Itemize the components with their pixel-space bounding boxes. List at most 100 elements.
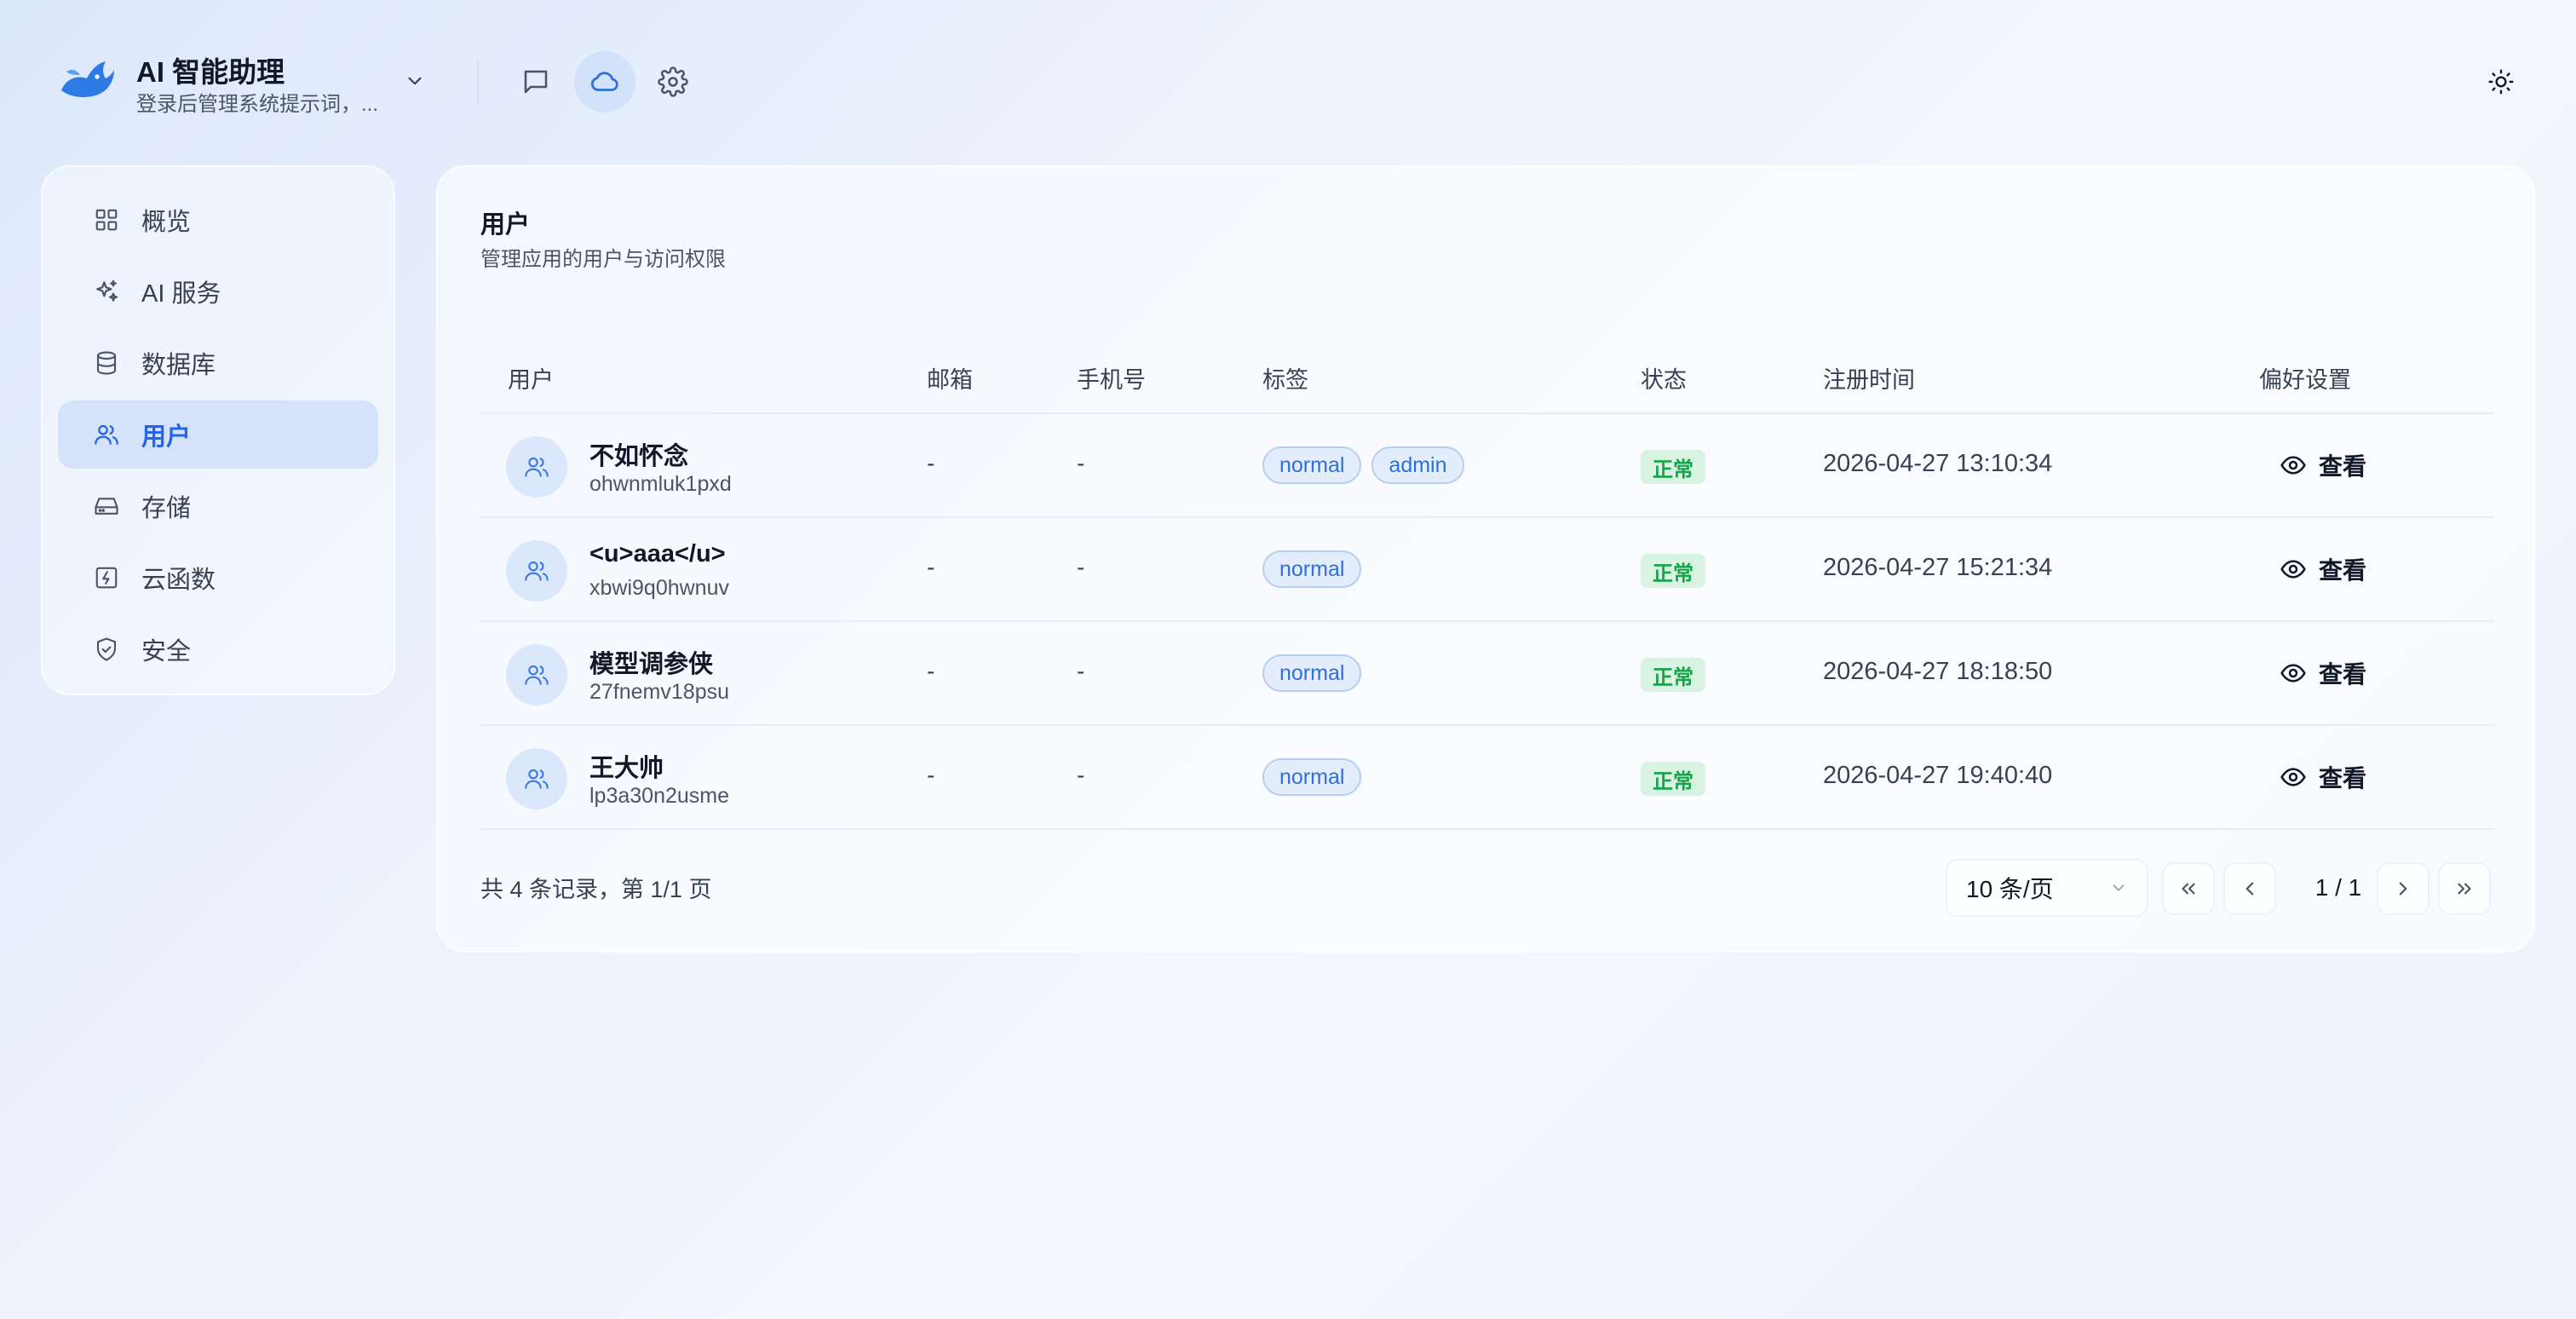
sidebar-item-overview[interactable]: 概览: [58, 186, 378, 254]
status-badge: 正常: [1641, 762, 1705, 796]
tag-badge: normal: [1262, 654, 1362, 692]
sidebar-item-storage[interactable]: 存储: [58, 472, 378, 540]
sidebar-item-label: 安全: [141, 638, 192, 665]
sparkle-icon: [92, 277, 121, 306]
last-page-button[interactable]: [2438, 862, 2491, 915]
app-switcher-chevron-down-icon[interactable]: [399, 65, 431, 97]
gear-icon: [658, 66, 688, 97]
theme-toggle-button[interactable]: [2482, 63, 2520, 101]
page-title: 用户: [480, 211, 531, 239]
shield-icon: [92, 635, 121, 664]
table-row: <u>aaa</u> xbwi9q0hwnuv - - normal 正常 20…: [480, 518, 2494, 622]
grid-icon: [92, 205, 121, 234]
sidebar-item-users[interactable]: 用户: [58, 400, 378, 469]
column-header-preferences: 偏好设置: [2259, 367, 2351, 393]
view-preferences-button[interactable]: 查看: [2273, 443, 2373, 487]
cloud-icon: [589, 66, 621, 98]
user-phone: -: [1077, 554, 1085, 580]
user-phone: -: [1077, 762, 1085, 788]
column-header-email: 邮箱: [927, 367, 973, 393]
user-name: 模型调参侠: [589, 651, 714, 678]
column-header-user: 用户: [508, 367, 554, 393]
app-title: AI 智能助理: [136, 56, 285, 88]
user-avatar-icon: [523, 453, 550, 481]
app-logo-icon: [58, 53, 116, 102]
page-indicator: 1 / 1: [2314, 874, 2362, 901]
first-page-button[interactable]: [2162, 862, 2215, 915]
table-row: 不如怀念 ohwnmluk1pxd - - normal admin 正常 20…: [480, 414, 2494, 518]
column-header-phone: 手机号: [1077, 367, 1146, 393]
sidebar-item-label: 云函数: [141, 567, 216, 594]
avatar: [506, 436, 567, 498]
cloud-button[interactable]: [574, 51, 635, 112]
sun-icon: [2487, 68, 2515, 95]
tag-badge: normal: [1262, 758, 1362, 796]
user-phone: -: [1077, 658, 1085, 684]
sidebar-item-cloud-functions[interactable]: 云函数: [58, 544, 378, 612]
chevrons-left-icon: [2177, 878, 2199, 900]
view-label: 查看: [2319, 557, 2367, 584]
user-email: -: [927, 450, 935, 476]
view-preferences-button[interactable]: 查看: [2273, 755, 2373, 799]
sidebar-item-label: AI 服务: [141, 280, 221, 308]
app-header: AI 智能助理 登录后管理系统提示词，...: [0, 0, 2576, 162]
chevron-right-icon: [2392, 878, 2414, 900]
user-avatar-icon: [523, 557, 550, 585]
eye-icon: [2280, 556, 2307, 583]
sidebar-item-database[interactable]: 数据库: [58, 329, 378, 397]
database-icon: [92, 348, 121, 377]
user-tags: normal: [1262, 550, 1362, 588]
user-email: -: [927, 658, 935, 684]
view-preferences-button[interactable]: 查看: [2273, 547, 2373, 591]
user-id: lp3a30n2usme: [589, 784, 730, 808]
column-header-registered: 注册时间: [1823, 367, 1915, 393]
view-label: 查看: [2319, 453, 2367, 480]
page-size-select[interactable]: 10 条/页: [1946, 859, 2148, 917]
sidebar-item-label: 数据库: [141, 352, 216, 379]
header-divider: [477, 60, 479, 104]
chevron-down-icon: [2109, 878, 2128, 897]
next-page-button[interactable]: [2377, 862, 2429, 915]
user-tags: normal: [1262, 758, 1362, 796]
chat-button[interactable]: [505, 51, 566, 112]
column-header-status: 状态: [1641, 367, 1687, 393]
eye-icon: [2280, 660, 2307, 687]
eye-icon: [2280, 763, 2307, 791]
storage-icon: [92, 492, 121, 521]
status-badge: 正常: [1641, 450, 1705, 484]
user-tags: normal: [1262, 654, 1362, 692]
registered-time: 2026-04-27 13:10:34: [1823, 450, 2053, 477]
registered-time: 2026-04-27 18:18:50: [1823, 658, 2053, 685]
page-size-value: 10 条/页: [1966, 876, 2054, 902]
table-row: 王大帅 lp3a30n2usme - - normal 正常 2026-04-2…: [480, 726, 2494, 830]
sidebar-item-security[interactable]: 安全: [58, 615, 378, 683]
chevrons-right-icon: [2453, 878, 2475, 900]
sidebar-item-label: 概览: [141, 209, 192, 236]
view-label: 查看: [2319, 765, 2367, 792]
settings-button[interactable]: [642, 51, 704, 112]
prev-page-button[interactable]: [2223, 862, 2276, 915]
table-row: 模型调参侠 27fnemv18psu - - normal 正常 2026-04…: [480, 622, 2494, 726]
tag-badge: normal: [1262, 446, 1362, 484]
app-subtitle: 登录后管理系统提示词，...: [136, 93, 379, 116]
eye-icon: [2280, 452, 2307, 479]
registered-time: 2026-04-27 19:40:40: [1823, 762, 2053, 789]
user-phone: -: [1077, 450, 1085, 476]
user-tags: normal admin: [1262, 446, 1464, 484]
records-summary: 共 4 条记录，第 1/1 页: [480, 877, 712, 902]
user-avatar-icon: [523, 765, 550, 792]
sidebar-item-label: 用户: [141, 423, 192, 451]
view-preferences-button[interactable]: 查看: [2273, 651, 2373, 695]
users-icon: [92, 420, 121, 449]
user-name: 不如怀念: [589, 443, 689, 470]
table-header: 用户 邮箱 手机号 标签 状态 注册时间 偏好设置: [480, 346, 2494, 414]
users-panel: 用户 管理应用的用户与访问权限 用户 邮箱 手机号 标签 状态 注册时间 偏好设…: [436, 165, 2535, 953]
tag-badge: normal: [1262, 550, 1362, 588]
sidebar-item-label: 存储: [141, 495, 192, 522]
sidebar-item-ai-service[interactable]: AI 服务: [58, 257, 378, 325]
user-id: xbwi9q0hwnuv: [589, 576, 729, 600]
avatar: [506, 644, 567, 706]
user-name: 王大帅: [589, 755, 664, 782]
status-badge: 正常: [1641, 658, 1705, 692]
tag-badge: admin: [1371, 446, 1464, 484]
